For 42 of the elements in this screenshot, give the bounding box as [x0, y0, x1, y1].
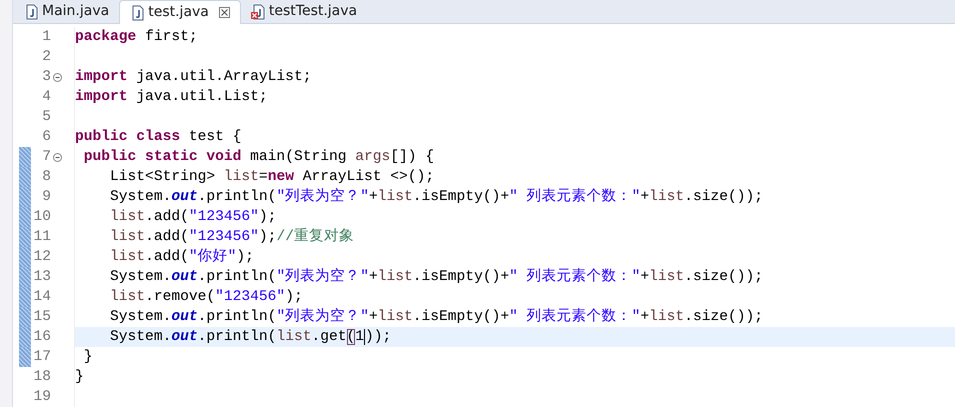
- code-line: list.add("123456");//重复对象: [109, 227, 355, 247]
- code-line: import java.util.List;: [75, 88, 269, 107]
- line-number: 18: [32, 368, 51, 387]
- code-line: list.add("123456");: [109, 208, 278, 227]
- line-number: 14: [32, 288, 51, 307]
- code-line: list.remove("123456");: [109, 288, 304, 307]
- line-number: 7: [41, 148, 51, 167]
- line-number: 1: [41, 28, 51, 47]
- line-number: 16: [32, 328, 51, 347]
- fold-icon[interactable]: [52, 152, 62, 162]
- code-line: }: [82, 348, 94, 367]
- code-line: package first;: [75, 28, 199, 47]
- editor-tab[interactable]: test.java: [119, 0, 241, 24]
- code-line: System.out.println("列表为空？"+list.isEmpty()+" 列表元素个数："+list.size());: [109, 187, 764, 207]
- editor-tab[interactable]: testTest.java: [240, 0, 368, 23]
- code-line: public class test {: [75, 128, 242, 147]
- fold-icon[interactable]: [52, 72, 62, 82]
- line-number: 15: [32, 308, 51, 327]
- file-icon: [130, 4, 144, 20]
- line-number: 12: [32, 248, 51, 267]
- code-line: System.out.println("列表为空？"+list.isEmpty()+" 列表元素个数："+list.size());: [109, 267, 764, 287]
- line-number: 3: [41, 68, 51, 87]
- code-line: List<String> list=new ArrayList <>();: [109, 168, 436, 187]
- line-number: 10: [32, 208, 51, 227]
- line-number: 5: [41, 108, 51, 127]
- line-number: 13: [32, 268, 51, 287]
- code-line: }: [75, 368, 85, 387]
- line-number: 19: [32, 388, 51, 407]
- line-number: 6: [41, 128, 51, 147]
- file-icon: [24, 4, 38, 20]
- code-line: list.add("你好");: [109, 248, 255, 267]
- line-number: 4: [41, 88, 51, 107]
- line-number: 11: [32, 228, 51, 247]
- close-icon[interactable]: [218, 7, 230, 18]
- line-number: 8: [41, 168, 51, 187]
- editor-tab[interactable]: Main.java: [14, 0, 120, 23]
- code-line: import java.util.ArrayList;: [75, 68, 312, 87]
- code-line: public static void main(String args[]) {: [82, 148, 436, 167]
- line-number: 2: [41, 48, 51, 67]
- line-number: 17: [32, 348, 51, 367]
- line-number: 9: [41, 188, 51, 207]
- code-line: System.out.println("列表为空？"+list.isEmpty()+" 列表元素个数："+list.size());: [109, 307, 764, 327]
